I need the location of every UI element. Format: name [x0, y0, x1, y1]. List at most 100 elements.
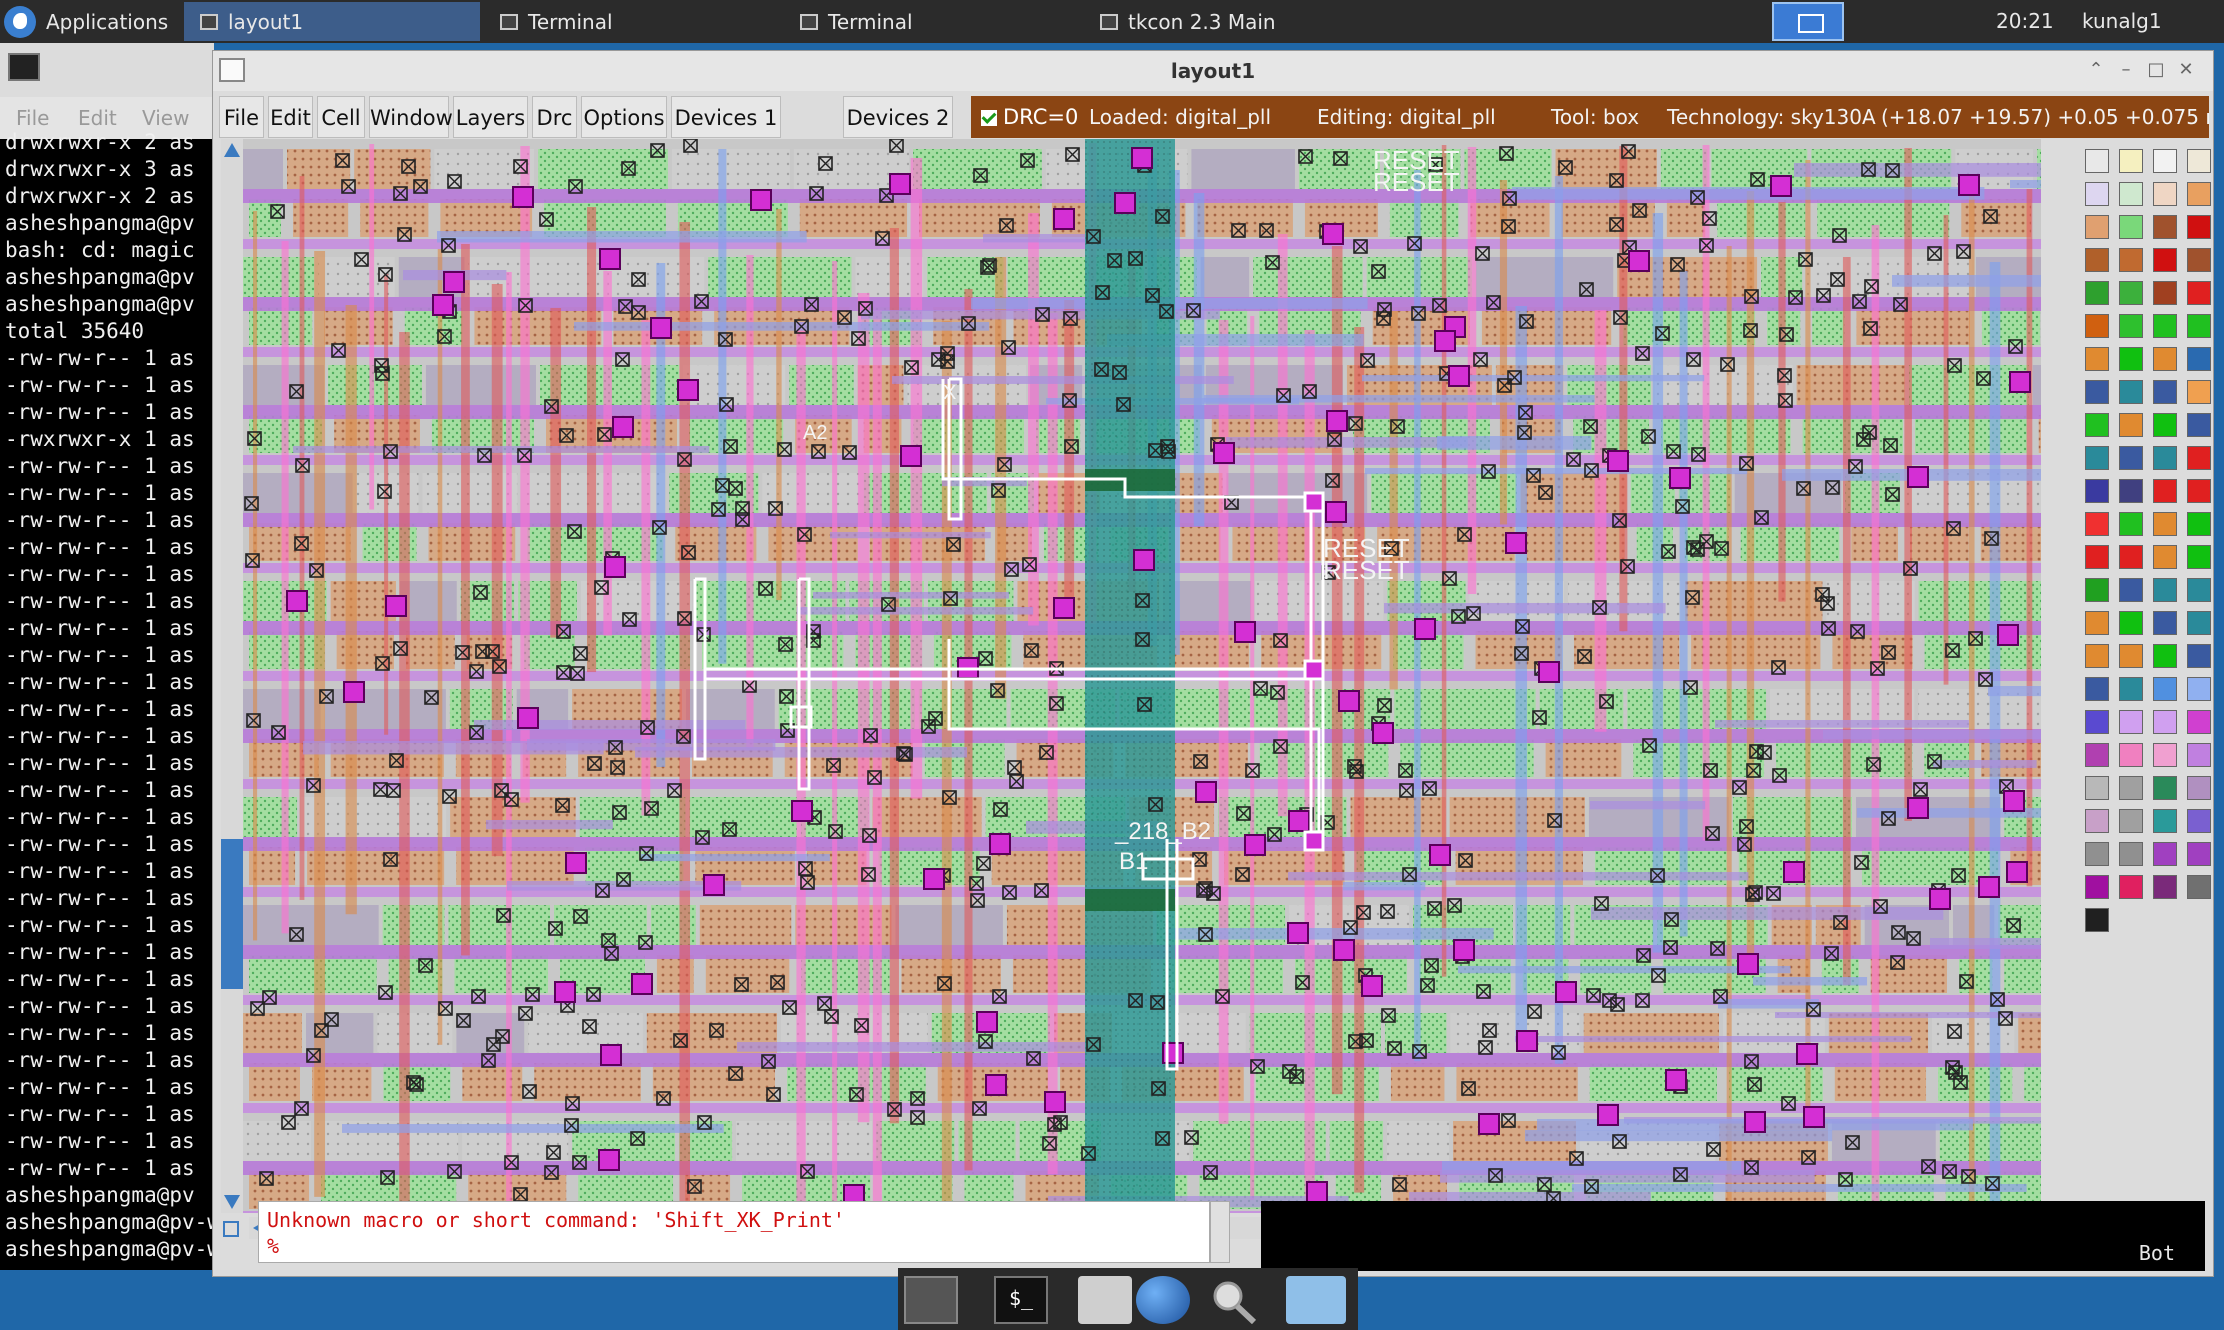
layer-swatch[interactable] — [2085, 644, 2109, 668]
layer-swatch[interactable] — [2085, 875, 2109, 899]
layer-swatch[interactable] — [2119, 149, 2143, 173]
layer-swatch[interactable] — [2187, 743, 2211, 767]
layer-swatch[interactable] — [2085, 677, 2109, 701]
layer-swatch[interactable] — [2085, 479, 2109, 503]
layer-swatch[interactable] — [2153, 677, 2177, 701]
layer-swatch[interactable] — [2153, 512, 2177, 536]
layer-swatch[interactable] — [2153, 578, 2177, 602]
layer-swatch[interactable] — [2119, 479, 2143, 503]
layer-swatch[interactable] — [2187, 149, 2211, 173]
layer-swatch[interactable] — [2119, 512, 2143, 536]
minimize-icon[interactable]: – — [2113, 57, 2139, 83]
layer-swatch[interactable] — [2153, 776, 2177, 800]
layer-swatch[interactable] — [2153, 710, 2177, 734]
console-scrollbar[interactable] — [1210, 1201, 1230, 1263]
layer-swatch[interactable] — [2119, 248, 2143, 272]
layer-swatch[interactable] — [2153, 248, 2177, 272]
clock[interactable]: 20:21 — [1996, 0, 2054, 43]
task-tkcon[interactable]: tkcon 2.3 Main — [1084, 2, 1380, 41]
layer-swatch[interactable] — [2119, 347, 2143, 371]
layer-swatch[interactable] — [2187, 677, 2211, 701]
layer-swatch[interactable] — [2153, 611, 2177, 635]
layer-swatch[interactable] — [2187, 545, 2211, 569]
layer-swatch[interactable] — [2119, 314, 2143, 338]
layer-swatch[interactable] — [2187, 248, 2211, 272]
layer-swatch[interactable] — [2187, 875, 2211, 899]
layer-swatch[interactable] — [2085, 809, 2109, 833]
show-desktop-button[interactable] — [1772, 2, 1844, 41]
home-folder-icon[interactable] — [1078, 1276, 1132, 1324]
layer-swatch[interactable] — [2085, 149, 2109, 173]
layer-swatch[interactable] — [2085, 578, 2109, 602]
layer-swatch[interactable] — [2187, 776, 2211, 800]
layer-swatch[interactable] — [2187, 281, 2211, 305]
layer-swatch[interactable] — [2153, 545, 2177, 569]
layer-swatch[interactable] — [2187, 809, 2211, 833]
layer-swatch[interactable] — [2085, 248, 2109, 272]
layer-swatch[interactable] — [2153, 347, 2177, 371]
menu-file[interactable]: File — [219, 96, 264, 138]
layer-swatch[interactable] — [2187, 314, 2211, 338]
layer-swatch[interactable] — [2187, 182, 2211, 206]
layer-swatch[interactable] — [2153, 281, 2177, 305]
task-terminal-1[interactable]: Terminal — [484, 2, 780, 41]
user-name[interactable]: kunalg1 — [2082, 0, 2162, 43]
menu-window[interactable]: Window — [369, 96, 453, 138]
layer-swatch[interactable] — [2085, 413, 2109, 437]
menu-file[interactable]: File — [16, 106, 49, 130]
layer-swatch[interactable] — [2119, 875, 2143, 899]
menu-edit[interactable]: Edit — [78, 106, 117, 130]
layer-swatch[interactable] — [2085, 182, 2109, 206]
applications-menu-button[interactable]: Applications — [4, 0, 168, 43]
layer-swatch[interactable] — [2187, 611, 2211, 635]
menu-devices-2[interactable]: Devices 2 — [843, 96, 953, 138]
file-manager-icon[interactable] — [1286, 1276, 1346, 1324]
layout-drawing[interactable]: RESETRESETRESETRESET_218_B2B1A2X — [243, 139, 2041, 1213]
search-icon[interactable] — [1206, 1276, 1260, 1325]
menu-devices-1[interactable]: Devices 1 — [671, 96, 781, 138]
layer-swatch[interactable] — [2085, 314, 2109, 338]
layer-swatch[interactable] — [2119, 446, 2143, 470]
layer-swatch[interactable] — [2153, 182, 2177, 206]
layer-swatch[interactable] — [2085, 908, 2109, 932]
layer-swatch[interactable] — [2187, 347, 2211, 371]
layer-swatch[interactable] — [2187, 578, 2211, 602]
chevron-up-icon[interactable]: ⌃ — [2083, 57, 2109, 83]
maximize-icon[interactable]: □ — [2143, 57, 2169, 83]
layer-swatch[interactable] — [2153, 479, 2177, 503]
layer-swatch[interactable] — [2119, 776, 2143, 800]
layer-swatch[interactable] — [2085, 611, 2109, 635]
menu-cell[interactable]: Cell — [317, 96, 365, 138]
layer-swatch[interactable] — [2153, 743, 2177, 767]
layer-swatch[interactable] — [2153, 644, 2177, 668]
layer-swatch[interactable] — [2119, 809, 2143, 833]
task-layout1[interactable]: layout1 — [184, 2, 480, 41]
layer-swatch[interactable] — [2085, 776, 2109, 800]
layer-swatch[interactable] — [2085, 215, 2109, 239]
layer-swatch[interactable] — [2187, 413, 2211, 437]
background-terminal[interactable]: Bot — [2055, 1201, 2205, 1271]
layer-swatch[interactable] — [2119, 380, 2143, 404]
magic-layout-window[interactable]: layout1 ⌃ – □ ✕ File Edit Cell Window La… — [212, 50, 2214, 1277]
layer-swatch[interactable] — [2085, 743, 2109, 767]
layer-swatch[interactable] — [2153, 215, 2177, 239]
menu-edit[interactable]: Edit — [268, 96, 313, 138]
layer-swatch[interactable] — [2153, 314, 2177, 338]
task-terminal-2[interactable]: Terminal — [784, 2, 1080, 41]
layer-swatch[interactable] — [2085, 512, 2109, 536]
layer-swatch[interactable] — [2119, 743, 2143, 767]
layer-swatch[interactable] — [2085, 842, 2109, 866]
menu-options[interactable]: Options — [581, 96, 667, 138]
zoom-box-icon[interactable] — [223, 1221, 239, 1237]
arrow-up-icon[interactable] — [224, 143, 240, 157]
layer-swatch[interactable] — [2187, 380, 2211, 404]
menu-view[interactable]: View — [142, 106, 189, 130]
layer-swatch[interactable] — [2153, 413, 2177, 437]
tcl-console[interactable]: Unknown macro or short command: 'Shift_X… — [258, 1201, 1210, 1263]
layer-swatch[interactable] — [2153, 149, 2177, 173]
layer-swatch[interactable] — [2085, 380, 2109, 404]
layer-swatch[interactable] — [2119, 545, 2143, 569]
layer-swatch[interactable] — [2153, 809, 2177, 833]
layer-palette[interactable] — [2081, 135, 2211, 1225]
terminal-launcher-icon[interactable]: $_ — [994, 1276, 1048, 1324]
